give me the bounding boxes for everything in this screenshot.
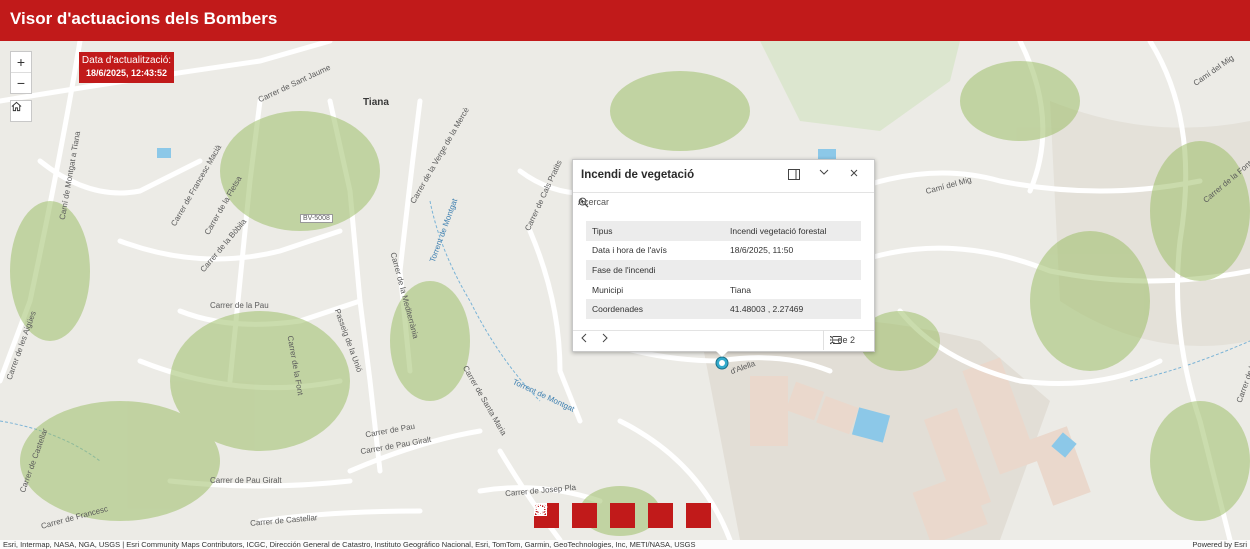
powered-by-esri[interactable]: Powered by Esri <box>1192 540 1247 549</box>
layers-button[interactable] <box>534 503 597 528</box>
dock-icon[interactable] <box>788 169 802 183</box>
last-update-box: Data d'actualització: 18/6/2025, 12:43:5… <box>79 52 174 83</box>
attr-value: 18/6/2025, 11:50 <box>730 245 794 256</box>
attr-key: Coordenades <box>586 299 724 319</box>
zoom-to-icon <box>578 197 589 208</box>
zoom-control: + − <box>10 51 32 94</box>
zoom-out-button[interactable]: − <box>11 72 31 93</box>
street-label: Carrer de la Pau <box>210 301 269 310</box>
filter-button[interactable] <box>534 503 673 528</box>
popup-pointer <box>715 350 729 357</box>
table-row: Municipi Tiana <box>586 280 861 300</box>
road-shield: BV-5008 <box>300 214 333 223</box>
feature-popup: Incendi de vegetació Acercar Tipus Incend… <box>572 159 875 352</box>
attribution-text: Esri, Intermap, NASA, NGA, USGS | Esri C… <box>3 540 696 549</box>
feature-pager[interactable]: 1 de 2 <box>830 335 855 345</box>
close-icon[interactable] <box>850 169 864 183</box>
attr-key: Tipus <box>586 221 724 241</box>
home-icon <box>11 101 22 112</box>
zoom-to-button[interactable]: Acercar <box>578 197 609 208</box>
attr-key: Data i hora de l'avís <box>592 245 667 256</box>
collapse-icon[interactable] <box>819 169 833 183</box>
attribute-table: Tipus Incendi vegetació forestal Data i h… <box>586 221 861 319</box>
table-row: Tipus Incendi vegetació forestal <box>586 221 861 241</box>
legend-button[interactable] <box>534 503 635 528</box>
last-update-datetime: 18/6/2025, 12:43:52 <box>85 68 168 78</box>
home-button[interactable] <box>10 100 32 122</box>
zoom-in-button[interactable]: + <box>11 52 31 72</box>
attr-key: Fase de l'incendi <box>586 260 724 280</box>
bottom-toolbar <box>534 503 711 528</box>
attr-value: Tiana <box>730 284 751 295</box>
app-title: Visor d'actuacions dels Bombers <box>10 9 278 28</box>
app-header: Visor d'actuacions dels Bombers <box>0 0 1250 41</box>
list-icon <box>830 336 841 345</box>
street-label: Carrer de Pau Giralt <box>210 476 282 485</box>
map-view[interactable]: Tiana BV-5008 Carrer de Sant Jaume Carre… <box>0 41 1250 540</box>
table-row: Coordenades 41.48003 , 2.27469 <box>586 299 861 319</box>
table-row: Data i hora de l'avís 18/6/2025, 11:50 <box>586 241 861 261</box>
town-label: Tiana <box>363 97 389 108</box>
popup-title: Incendi de vegetació <box>581 169 695 181</box>
attr-key: Municipi <box>592 284 624 295</box>
table-row: Fase de l'incendi <box>586 260 861 280</box>
attr-value: 41.48003 , 2.27469 <box>724 299 861 319</box>
attr-value: Incendi vegetació forestal <box>724 221 861 241</box>
info-icon <box>534 503 547 516</box>
last-update-label: Data d'actualització: <box>81 55 172 66</box>
info-button[interactable] <box>534 503 711 528</box>
map-attribution: Esri, Intermap, NASA, NGA, USGS | Esri C… <box>0 540 1250 549</box>
attr-value <box>724 260 861 280</box>
